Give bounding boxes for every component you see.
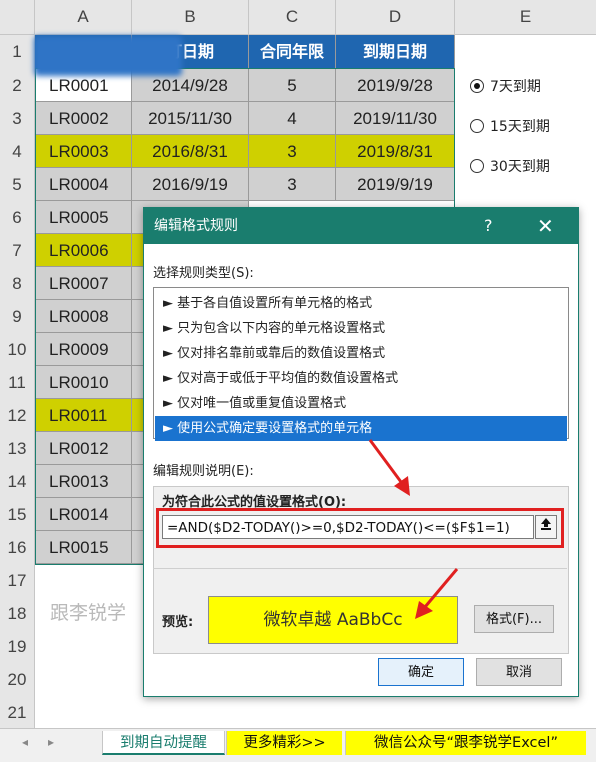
row-header[interactable]: 12 <box>0 399 35 433</box>
tab-scroll-right-icon[interactable]: ▸ <box>48 735 54 749</box>
rule-type-label: 选择规则类型(S): <box>153 266 254 281</box>
watermark-text: 跟李锐学 <box>50 602 127 624</box>
row-header[interactable]: 11 <box>0 366 35 400</box>
row-header[interactable]: 1 <box>0 35 35 70</box>
cell-expiry-date[interactable]: 2019/9/28 <box>336 69 455 102</box>
radio-7-days[interactable]: 7天到期 <box>470 76 541 96</box>
sheet-tab-bar: ◂ ▸ 到期自动提醒 更多精彩>> 微信公众号“跟李锐学Excel” <box>0 728 596 762</box>
cell-id[interactable]: LR0014 <box>35 498 132 531</box>
tab-scroll-left-icon[interactable]: ◂ <box>22 735 28 749</box>
cell-contract-years[interactable]: 3 <box>249 135 336 168</box>
row-header[interactable]: 15 <box>0 498 35 532</box>
row-header[interactable]: 3 <box>0 102 35 136</box>
close-icon[interactable]: ✕ <box>537 208 554 244</box>
row-header[interactable]: 20 <box>0 663 35 697</box>
row-header[interactable]: 2 <box>0 69 35 103</box>
column-header-c[interactable]: C <box>249 0 336 34</box>
cell-id[interactable]: LR0006 <box>35 234 132 267</box>
radio-30-days[interactable]: 30天到期 <box>470 156 550 176</box>
format-preview: 微软卓越 AaBbCc <box>208 596 458 644</box>
separator-line <box>153 568 567 569</box>
dialog-title-bar[interactable]: 编辑格式规则 ? ✕ <box>144 208 578 244</box>
sheet-tab-wechat[interactable]: 微信公众号“跟李锐学Excel” <box>345 731 586 755</box>
rule-desc-label: 编辑规则说明(E): <box>153 464 254 479</box>
dialog-title: 编辑格式规则 <box>154 218 238 234</box>
column-header-d[interactable]: D <box>336 0 455 34</box>
row-header[interactable]: 16 <box>0 531 35 565</box>
row-header[interactable]: 13 <box>0 432 35 466</box>
formula-input[interactable]: =AND($D2-TODAY()>=0,$D2-TODAY()<=($F$1=1… <box>162 515 534 539</box>
rule-type-item-selected[interactable]: ► 使用公式确定要设置格式的单元格 <box>155 416 567 441</box>
format-button[interactable]: 格式(F)... <box>474 605 554 633</box>
cell-id[interactable]: LR0011 <box>35 399 132 432</box>
cell-contract-years[interactable]: 5 <box>249 69 336 102</box>
sheet-tab-expiry-reminder[interactable]: 到期自动提醒 <box>102 731 225 755</box>
row-header[interactable]: 4 <box>0 135 35 169</box>
cell-id[interactable]: LR0015 <box>35 531 132 564</box>
rule-type-item[interactable]: ► 仅对唯一值或重复值设置格式 <box>155 391 567 416</box>
edit-format-rule-dialog[interactable]: 编辑格式规则 ? ✕ 选择规则类型(S): ► 基于各自值设置所有单元格的格式 … <box>143 207 579 697</box>
row-header[interactable]: 5 <box>0 168 35 202</box>
cell-id[interactable]: LR0003 <box>35 135 132 168</box>
cell-sign-date[interactable]: 2016/8/31 <box>132 135 249 168</box>
radio-unselected-icon <box>470 119 484 133</box>
row-header[interactable]: 10 <box>0 333 35 367</box>
ok-button[interactable]: 确定 <box>378 658 464 686</box>
rule-type-list[interactable]: ► 基于各自值设置所有单元格的格式 ► 只为包含以下内容的单元格设置格式 ► 仅… <box>153 287 569 441</box>
row-header[interactable]: 19 <box>0 630 35 664</box>
help-button[interactable]: ? <box>484 208 493 244</box>
row-header[interactable]: 6 <box>0 201 35 235</box>
sheet-tab-more[interactable]: 更多精彩>> <box>226 731 342 755</box>
cell-sign-date[interactable]: 2015/11/30 <box>132 102 249 135</box>
cell-id[interactable]: LR0008 <box>35 300 132 333</box>
cell-id[interactable]: LR0004 <box>35 168 132 201</box>
header-cell-contract-years[interactable]: 合同年限 <box>249 35 336 69</box>
cell-expiry-date[interactable]: 2019/9/19 <box>336 168 455 201</box>
row-header[interactable]: 17 <box>0 564 35 598</box>
radio-unselected-icon <box>470 159 484 173</box>
row-header[interactable]: 14 <box>0 465 35 499</box>
rule-type-item[interactable]: ► 仅对排名靠前或靠后的数值设置格式 <box>155 341 567 366</box>
preview-label: 预览: <box>162 615 194 630</box>
column-header-b[interactable]: B <box>132 0 249 34</box>
cell-id[interactable]: LR0002 <box>35 102 132 135</box>
redacted-header-area <box>34 36 182 76</box>
cell-id[interactable]: LR0009 <box>35 333 132 366</box>
select-all-corner[interactable] <box>0 0 35 34</box>
row-header[interactable]: 18 <box>0 597 35 631</box>
column-header-row: A B C D E <box>0 0 596 35</box>
cell-id[interactable]: LR0005 <box>35 201 132 234</box>
radio-15-days[interactable]: 15天到期 <box>470 116 550 136</box>
row-header[interactable]: 7 <box>0 234 35 268</box>
cell-expiry-date[interactable]: 2019/11/30 <box>336 102 455 135</box>
rule-type-item[interactable]: ► 基于各自值设置所有单元格的格式 <box>155 291 567 316</box>
cell-id[interactable]: LR0013 <box>35 465 132 498</box>
cell-contract-years[interactable]: 3 <box>249 168 336 201</box>
header-cell-expiry-date[interactable]: 到期日期 <box>336 35 455 69</box>
collapse-dialog-icon[interactable] <box>535 515 557 539</box>
rule-type-item[interactable]: ► 只为包含以下内容的单元格设置格式 <box>155 316 567 341</box>
rule-type-item[interactable]: ► 仅对高于或低于平均值的数值设置格式 <box>155 366 567 391</box>
cell-expiry-date[interactable]: 2019/8/31 <box>336 135 455 168</box>
cell-id[interactable]: LR0007 <box>35 267 132 300</box>
cell-sign-date[interactable]: 2016/9/19 <box>132 168 249 201</box>
column-header-a[interactable]: A <box>35 0 132 34</box>
cell-id[interactable]: LR0012 <box>35 432 132 465</box>
cell-id[interactable]: LR0010 <box>35 366 132 399</box>
row-header[interactable]: 8 <box>0 267 35 301</box>
cancel-button[interactable]: 取消 <box>476 658 562 686</box>
radio-selected-icon <box>470 79 484 93</box>
row-header[interactable]: 21 <box>0 696 35 730</box>
row-header[interactable]: 9 <box>0 300 35 334</box>
column-header-e[interactable]: E <box>455 0 596 34</box>
cell-contract-years[interactable]: 4 <box>249 102 336 135</box>
